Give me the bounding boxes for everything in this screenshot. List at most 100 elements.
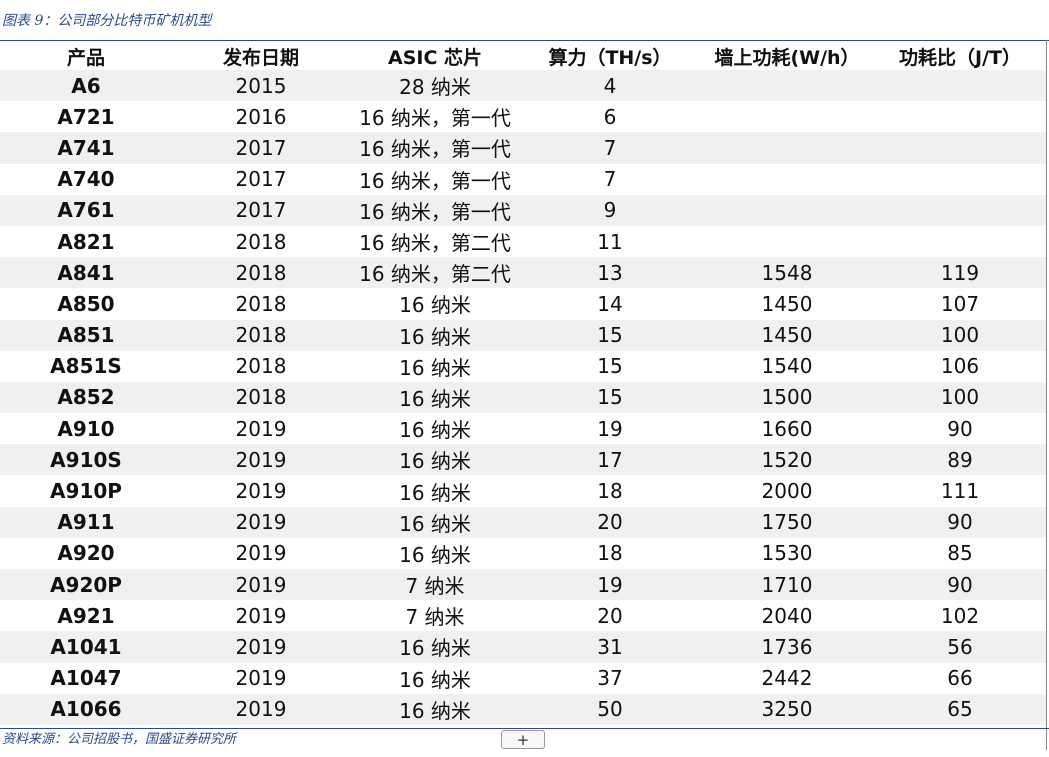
cell-product: A6 <box>0 70 172 102</box>
cell-asic-chip: 16 纳米 <box>350 381 520 414</box>
cell-efficiency <box>874 163 1046 195</box>
cell-efficiency: 66 <box>874 662 1046 694</box>
cell-product: A920 <box>0 537 172 569</box>
header-hashrate: 算力（TH/s） <box>548 46 672 69</box>
cell-release-date: 2019 <box>172 600 350 632</box>
table-row: A761 2017 16 纳米，第一代 9 <box>0 194 1046 226</box>
cell-release-date: 2018 <box>172 257 350 289</box>
header-asic-chip: ASIC 芯片 <box>387 46 483 69</box>
cell-product: A1041 <box>0 631 172 663</box>
cell-power: 1548 <box>700 257 874 289</box>
cell-release-date: 2018 <box>172 288 350 320</box>
cell-efficiency: 100 <box>874 319 1046 351</box>
table-row: A1041 2019 16 纳米 31 1736 56 <box>0 631 1046 663</box>
cell-power: 1710 <box>700 569 874 601</box>
table-row: A1047 2019 16 纳米 37 2442 66 <box>0 662 1046 694</box>
cell-release-date: 2019 <box>172 506 350 538</box>
cell-efficiency: 100 <box>874 381 1046 414</box>
cell-efficiency: 90 <box>874 506 1046 538</box>
cell-power: 1520 <box>700 444 874 476</box>
header-power: 墙上功耗(W/h） <box>714 46 860 69</box>
table-row: A741 2017 16 纳米，第一代 7 <box>0 132 1046 164</box>
cell-hashrate: 9 <box>520 194 700 226</box>
cell-efficiency: 85 <box>874 537 1046 569</box>
cell-hashrate: 15 <box>520 350 700 382</box>
cell-release-date: 2019 <box>172 631 350 663</box>
cell-power: 1500 <box>700 381 874 414</box>
bottom-rule <box>0 728 1049 729</box>
cell-hashrate: 37 <box>520 662 700 694</box>
header-release-date: 发布日期 <box>222 46 299 69</box>
cell-product: A851 <box>0 319 172 351</box>
cell-release-date: 2017 <box>172 132 350 164</box>
cell-release-date: 2018 <box>172 225 350 258</box>
cell-product: A911 <box>0 506 172 538</box>
cell-hashrate: 15 <box>520 381 700 414</box>
right-border-line <box>1046 40 1047 750</box>
table-row: A910P 2019 16 纳米 18 2000 111 <box>0 475 1046 507</box>
cell-asic-chip: 16 纳米 <box>350 693 520 725</box>
cell-efficiency <box>874 132 1046 164</box>
source-note: 资料来源：公司招股书，国盛证券研究所 <box>2 732 237 747</box>
cell-power: 2000 <box>700 475 874 507</box>
cell-hashrate: 31 <box>520 631 700 663</box>
cell-power: 1530 <box>700 537 874 569</box>
top-rule <box>0 40 1049 41</box>
table-row: A850 2018 16 纳米 14 1450 107 <box>0 288 1046 320</box>
cell-release-date: 2017 <box>172 163 350 195</box>
cell-release-date: 2019 <box>172 475 350 507</box>
table-row: A910 2019 16 纳米 19 1660 90 <box>0 413 1046 445</box>
add-sheet-button[interactable]: + <box>501 730 545 749</box>
cell-asic-chip: 16 纳米，第一代 <box>350 163 520 195</box>
cell-power: 1660 <box>700 413 874 445</box>
header-row: 产品 发布日期 ASIC 芯片 算力（TH/s） 墙上功耗(W/h） 功耗比（J… <box>0 42 1046 70</box>
cell-product: A1047 <box>0 662 172 694</box>
cell-asic-chip: 16 纳米 <box>350 319 520 351</box>
table-row: A721 2016 16 纳米，第一代 6 <box>0 101 1046 133</box>
cell-product: A821 <box>0 225 172 258</box>
table-row: A920 2019 16 纳米 18 1530 85 <box>0 537 1046 569</box>
cell-hashrate: 18 <box>520 537 700 569</box>
cell-power: 1736 <box>700 631 874 663</box>
cell-product: A841 <box>0 257 172 289</box>
figure-caption: 图表 9：公司部分比特币矿机机型 <box>2 13 212 29</box>
cell-release-date: 2019 <box>172 693 350 725</box>
cell-product: A852 <box>0 381 172 414</box>
table-row: A821 2018 16 纳米，第二代 11 <box>0 225 1046 258</box>
cell-product: A910S <box>0 444 172 476</box>
cell-release-date: 2019 <box>172 413 350 445</box>
cell-hashrate: 19 <box>520 413 700 445</box>
cell-asic-chip: 16 纳米 <box>350 631 520 663</box>
cell-power <box>700 70 874 102</box>
cell-asic-chip: 16 纳米，第二代 <box>350 257 520 289</box>
cell-product: A910P <box>0 475 172 507</box>
cell-hashrate: 20 <box>520 600 700 632</box>
cell-product: A761 <box>0 194 172 226</box>
cell-asic-chip: 16 纳米，第一代 <box>350 194 520 226</box>
table-row: A740 2017 16 纳米，第一代 7 <box>0 163 1046 195</box>
cell-hashrate: 18 <box>520 475 700 507</box>
table-row: A851 2018 16 纳米 15 1450 100 <box>0 319 1046 351</box>
cell-power: 2040 <box>700 600 874 632</box>
cell-asic-chip: 16 纳米 <box>350 506 520 538</box>
cell-efficiency: 111 <box>874 475 1046 507</box>
table-row: A1066 2019 16 纳米 50 3250 65 <box>0 693 1046 725</box>
cell-release-date: 2016 <box>172 101 350 133</box>
cell-power: 1450 <box>700 288 874 320</box>
cell-release-date: 2017 <box>172 194 350 226</box>
table-row: A911 2019 16 纳米 20 1750 90 <box>0 506 1046 538</box>
cell-efficiency <box>874 194 1046 226</box>
cell-hashrate: 15 <box>520 319 700 351</box>
cell-release-date: 2019 <box>172 569 350 601</box>
table-row: A921 2019 7 纳米 20 2040 102 <box>0 600 1046 632</box>
cell-product: A850 <box>0 288 172 320</box>
cell-product: A921 <box>0 600 172 632</box>
cell-power <box>700 225 874 258</box>
cell-hashrate: 7 <box>520 132 700 164</box>
cell-efficiency: 106 <box>874 350 1046 382</box>
cell-hashrate: 6 <box>520 101 700 133</box>
cell-release-date: 2019 <box>172 444 350 476</box>
cell-efficiency: 56 <box>874 631 1046 663</box>
cell-efficiency: 102 <box>874 600 1046 632</box>
cell-product: A910 <box>0 413 172 445</box>
